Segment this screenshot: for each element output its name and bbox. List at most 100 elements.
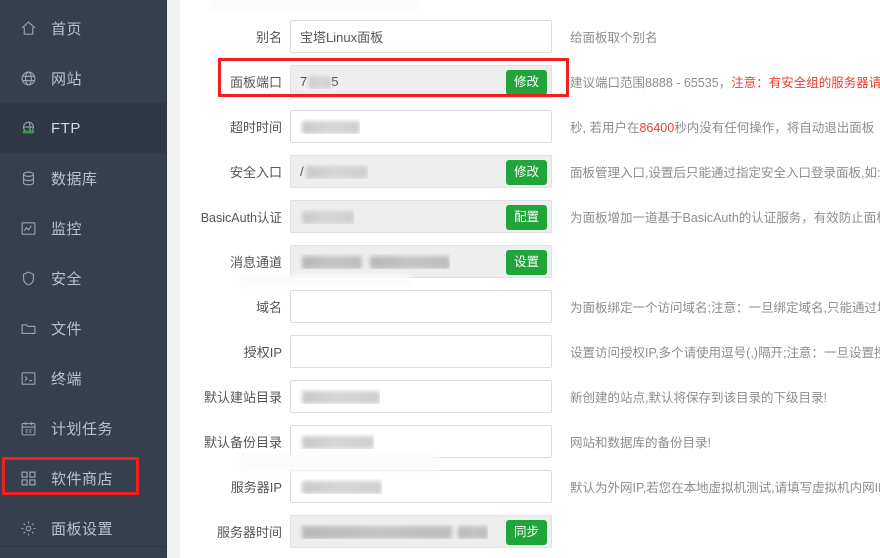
sidebar-item-label: 面板设置: [51, 520, 114, 538]
server-time-value: [291, 524, 488, 540]
row-help: 设置访问授权IP,多个请使用逗号(,)隔开;注意：一旦设置授: [552, 342, 880, 361]
row-help: 为面板绑定一个访问域名;注意：一旦绑定域名,只能通过域: [552, 297, 880, 316]
help-text: 秒, 若用户在: [570, 121, 640, 135]
row-help: 建议端口范围8888 - 65535，注意：有安全组的服务器请先: [552, 72, 880, 91]
folder-icon: [18, 318, 38, 338]
message-channel-settings-button[interactable]: 设置: [505, 250, 547, 275]
sidebar-item-home[interactable]: 首页: [0, 3, 167, 53]
sidebar-item-terminal[interactable]: 终端: [0, 353, 167, 403]
timeout-value: [291, 119, 360, 135]
row-label: 安全入口: [229, 165, 282, 180]
sidebar-divider: [0, 546, 167, 547]
form-row-default-backup-dir: 默认备份目录 网站和数据库的备份目录!: [180, 419, 880, 464]
calendar-icon: [18, 418, 38, 438]
sidebar-item-label: 文件: [51, 320, 83, 338]
form-row-server-ip: 服务器IP 默认为外网IP,若您在本地虚拟机测试,请填写虚拟机内网IP: [180, 464, 880, 509]
form-row-domain: 域名 为面板绑定一个访问域名;注意：一旦绑定域名,只能通过域: [180, 284, 880, 329]
row-label: BasicAuth认证: [200, 211, 282, 225]
help-text: 网站和数据库的备份目录!: [570, 436, 711, 450]
server-time-input[interactable]: 同步: [290, 515, 552, 548]
grid-apps-icon: [18, 468, 38, 488]
sidebar-item-label: 监控: [51, 220, 83, 238]
row-help: 给面板取个别名: [552, 27, 880, 46]
row-label: 服务器IP: [230, 480, 282, 495]
shield-icon: [18, 268, 38, 288]
help-text-suffix: 秒内没有任何操作，将自动退出面板: [674, 121, 875, 135]
server-time-sync-button[interactable]: 同步: [505, 520, 547, 545]
security-entrance-modify-button[interactable]: 修改: [505, 160, 547, 185]
server-ip-value: [291, 479, 382, 495]
help-text: 为面板增加一道基于BasicAuth的认证服务，有效防止面板: [570, 211, 880, 225]
sidebar-item-app-store[interactable]: 软件商店: [0, 453, 167, 503]
sidebar-item-database[interactable]: 数据库: [0, 153, 167, 203]
row-label: 域名: [255, 300, 282, 315]
row-help: 秒, 若用户在86400秒内没有任何操作，将自动退出面板: [552, 117, 880, 136]
form-row-authorized-ip: 授权IP 设置访问授权IP,多个请使用逗号(,)隔开;注意：一旦设置授: [180, 329, 880, 374]
security-entrance-input[interactable]: / 修改: [290, 155, 552, 188]
basicauth-config-button[interactable]: 配置: [505, 205, 547, 230]
form-row-security-entrance: 安全入口 / 修改 面板管理入口,设置后只能通过指定安全入口登录面板,如: /: [180, 149, 880, 194]
help-text: 新创建的站点,默认将保存到该目录的下级目录!: [570, 391, 827, 405]
form-row-timeout: 超时时间 秒, 若用户在86400秒内没有任何操作，将自动退出面板: [180, 104, 880, 149]
default-backup-dir-input[interactable]: [290, 425, 552, 458]
row-label: 消息通道: [229, 255, 282, 270]
sidebar-item-label: FTP: [51, 119, 81, 137]
form-row-default-site-dir: 默认建站目录 新创建的站点,默认将保存到该目录的下级目录!: [180, 374, 880, 419]
sidebar: 首页 网站 FTP 数据库 监控 安全 文件 终端 计划任务 软件商店 面板设置: [0, 0, 167, 558]
database-icon: [18, 168, 38, 188]
server-ip-input[interactable]: [290, 470, 552, 503]
authorized-ip-input[interactable]: [290, 335, 552, 368]
sidebar-item-label: 计划任务: [51, 420, 114, 438]
sidebar-item-label: 网站: [51, 70, 83, 88]
help-highlight: 86400: [639, 121, 675, 135]
security-entrance-value: /: [291, 164, 368, 180]
sidebar-item-cron[interactable]: 计划任务: [0, 403, 167, 453]
row-help: 默认为外网IP,若您在本地虚拟机测试,请填写虚拟机内网IP: [552, 477, 880, 496]
message-channel-value: [291, 254, 450, 270]
sidebar-item-label: 安全: [51, 270, 83, 288]
sidebar-item-logout[interactable]: 退出: [0, 553, 167, 558]
message-channel-input[interactable]: 设置: [290, 245, 552, 278]
form-row-server-time: 服务器时间 同步: [180, 509, 880, 554]
sidebar-item-label: 数据库: [51, 170, 98, 188]
domain-input[interactable]: [290, 290, 552, 323]
help-warning: 注意：有安全组的服务器请先: [731, 76, 880, 90]
sidebar-item-security[interactable]: 安全: [0, 253, 167, 303]
panel-port-modify-button[interactable]: 修改: [505, 70, 547, 95]
row-label: 别名: [255, 30, 282, 45]
default-backup-dir-value: [291, 434, 374, 450]
row-help: 新创建的站点,默认将保存到该目录的下级目录!: [552, 387, 880, 406]
row-label: 服务器时间: [216, 525, 282, 540]
sidebar-item-website[interactable]: 网站: [0, 53, 167, 103]
basicauth-value: [291, 209, 354, 225]
sidebar-item-label: 首页: [51, 20, 83, 38]
panel-settings-page: 首页 网站 FTP 数据库 监控 安全 文件 终端 计划任务 软件商店 面板设置…: [0, 0, 880, 558]
alias-input[interactable]: 宝塔Linux面板: [290, 20, 552, 53]
help-text: 设置访问授权IP,多个请使用逗号(,)隔开;注意：一旦设置授: [570, 346, 880, 360]
content-gutter: [167, 0, 180, 558]
timeout-input[interactable]: [290, 110, 552, 143]
sidebar-item-label: 软件商店: [51, 470, 114, 488]
default-site-dir-value: [291, 389, 380, 405]
default-site-dir-input[interactable]: [290, 380, 552, 413]
form-row-alias: 别名 宝塔Linux面板 给面板取个别名: [180, 14, 880, 59]
help-text: 面板管理入口,设置后只能通过指定安全入口登录面板,如: /: [570, 166, 880, 180]
alias-value: 宝塔Linux面板: [300, 30, 384, 45]
home-icon: [18, 18, 38, 38]
settings-form: 别名 宝塔Linux面板 给面板取个别名 面板端口 75 修改 建议端口范围88…: [180, 0, 880, 558]
row-label: 授权IP: [243, 345, 282, 360]
row-help: 为面板增加一道基于BasicAuth的认证服务，有效防止面板: [552, 207, 880, 226]
row-label: 面板端口: [229, 75, 282, 90]
row-help: 面板管理入口,设置后只能通过指定安全入口登录面板,如: /: [552, 162, 880, 181]
panel-port-input[interactable]: 75 修改: [290, 65, 552, 98]
sidebar-item-files[interactable]: 文件: [0, 303, 167, 353]
row-label: 默认备份目录: [203, 435, 282, 450]
panel-port-value: 75: [300, 73, 339, 90]
monitor-chart-icon: [18, 218, 38, 238]
help-text: 默认为外网IP,若您在本地虚拟机测试,请填写虚拟机内网IP: [570, 481, 880, 495]
help-text: 建议端口范围8888 - 65535，: [570, 76, 732, 90]
sidebar-item-ftp[interactable]: FTP: [0, 103, 167, 153]
help-text: 为面板绑定一个访问域名;注意：一旦绑定域名,只能通过域: [570, 301, 880, 315]
basicauth-input[interactable]: 配置: [290, 200, 552, 233]
sidebar-item-monitor[interactable]: 监控: [0, 203, 167, 253]
